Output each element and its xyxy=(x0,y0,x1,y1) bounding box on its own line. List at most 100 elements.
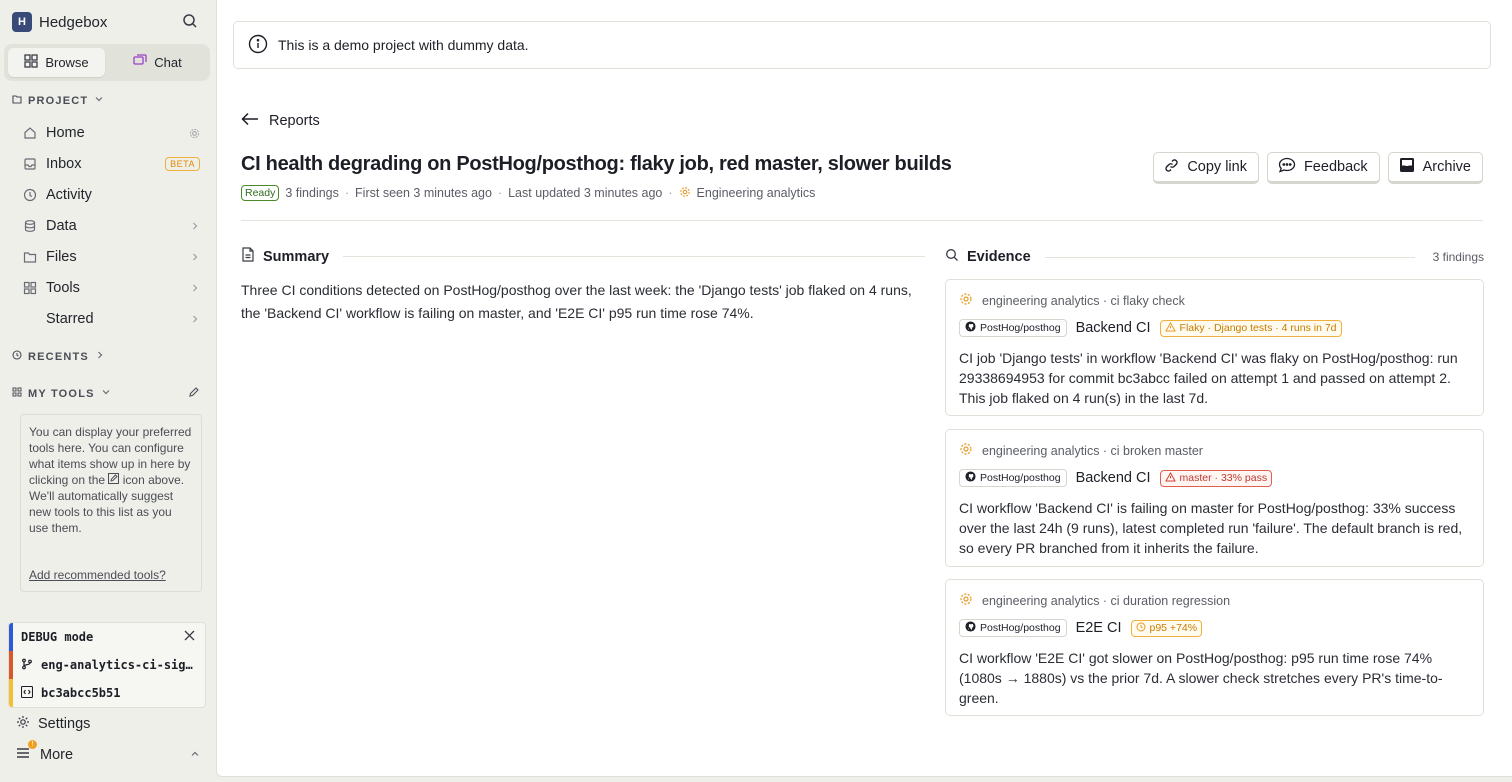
inbox-icon xyxy=(22,156,38,172)
gear-icon[interactable] xyxy=(189,128,200,139)
repo-name: PostHog/posthog xyxy=(980,472,1061,484)
last-updated: Last updated 3 minutes ago xyxy=(508,186,663,200)
arrow-left-icon xyxy=(241,112,259,130)
workflow-name: E2E CI xyxy=(1075,620,1122,636)
clock-icon xyxy=(1136,622,1146,635)
repo-badge[interactable]: PostHog/posthog xyxy=(959,469,1067,487)
chevron-right-icon xyxy=(190,221,200,231)
my-tools-empty-state: You can display your preferred tools her… xyxy=(20,414,202,592)
workflow-name: Backend CI xyxy=(1075,320,1151,336)
tab-browse[interactable]: Browse xyxy=(8,48,105,77)
project-section-header[interactable]: PROJECT xyxy=(12,94,104,107)
sidebar-item-activity[interactable]: Activity xyxy=(22,181,200,209)
tag-label: master · 33% pass xyxy=(1179,472,1268,484)
sidebar-item-tools[interactable]: Tools xyxy=(22,274,200,302)
github-icon xyxy=(965,621,976,635)
debug-mode-label: DEBUG mode xyxy=(21,630,94,644)
banner-text: This is a demo project with dummy data. xyxy=(278,37,529,53)
evidence-text: CI job 'Django tests' in workflow 'Backe… xyxy=(959,350,1458,406)
sidebar-item-inbox[interactable]: Inbox BETA xyxy=(22,150,200,178)
sidebar-item-label: Data xyxy=(46,218,77,234)
evidence-source: engineering analytics · ci flaky check xyxy=(982,293,1185,308)
chevron-down-icon xyxy=(101,387,111,400)
folder-icon xyxy=(12,94,22,107)
github-icon xyxy=(965,471,976,485)
main-panel: This is a demo project with dummy data. … xyxy=(216,0,1512,777)
copy-link-label: Copy link xyxy=(1187,159,1247,175)
sidebar-item-files[interactable]: Files xyxy=(22,243,200,271)
sidebar-item-home[interactable]: Home xyxy=(22,119,200,147)
page-title: CI health degrading on PostHog/posthog: … xyxy=(241,153,952,175)
debug-branch-row[interactable]: eng-analytics-ci-signals xyxy=(9,651,205,679)
link-icon xyxy=(1164,158,1179,177)
back-label: Reports xyxy=(269,113,320,129)
copy-link-button[interactable]: Copy link xyxy=(1153,152,1259,184)
chat-bubble-icon xyxy=(1278,157,1296,177)
project-logo: H xyxy=(12,12,32,32)
sidebar-item-label: Starred xyxy=(46,311,94,327)
gear-icon xyxy=(959,292,973,309)
summary-title: Summary xyxy=(263,248,330,265)
debug-branch-name: eng-analytics-ci-signals xyxy=(41,658,193,672)
search-icon[interactable] xyxy=(182,13,200,31)
chevron-up-icon xyxy=(190,747,200,763)
sidebar-item-starred[interactable]: Starred xyxy=(22,305,200,333)
tab-chat[interactable]: Chat xyxy=(109,48,206,77)
archive-button[interactable]: Archive xyxy=(1387,152,1483,184)
debug-commit-hash: bc3abcc5b51 xyxy=(41,686,121,700)
browse-chat-toggle: Browse Chat xyxy=(4,44,210,81)
workflow-name: Backend CI xyxy=(1075,470,1151,486)
code-icon xyxy=(20,685,34,701)
gear-icon xyxy=(679,186,691,201)
clock-icon xyxy=(22,187,38,203)
tab-chat-label: Chat xyxy=(154,55,182,70)
sidebar-item-label: Inbox xyxy=(46,156,82,172)
sidebar-item-settings[interactable]: Settings xyxy=(16,715,90,733)
repo-name: PostHog/posthog xyxy=(980,322,1061,334)
github-icon xyxy=(965,321,976,335)
project-name: Hedgebox xyxy=(39,13,108,31)
grid-icon xyxy=(12,387,22,400)
debug-commit-row[interactable]: bc3abcc5b51 xyxy=(9,679,205,707)
evidence-card: engineering analytics · ci duration regr… xyxy=(945,579,1484,716)
chevron-right-icon xyxy=(95,350,105,363)
status-tag: p95 +74% xyxy=(1130,619,1203,637)
repo-name: PostHog/posthog xyxy=(980,622,1061,634)
repo-badge[interactable]: PostHog/posthog xyxy=(959,319,1067,337)
sidebar-item-label: Files xyxy=(46,249,77,265)
folder-icon xyxy=(22,249,38,265)
git-branch-icon xyxy=(21,658,33,673)
tab-browse-label: Browse xyxy=(45,55,89,70)
sidebar-item-more[interactable]: ! More xyxy=(16,740,200,764)
repo-badge[interactable]: PostHog/posthog xyxy=(959,619,1067,637)
recents-section-header[interactable]: RECENTS xyxy=(12,350,105,363)
evidence-title: Evidence xyxy=(967,249,1031,265)
recents-header-label: RECENTS xyxy=(28,350,89,363)
settings-label: Settings xyxy=(38,716,91,732)
sidebar-item-data[interactable]: Data xyxy=(22,212,200,240)
edit-icon[interactable] xyxy=(188,386,200,401)
report-actions: Copy link Feedback Archive xyxy=(1153,152,1483,184)
warning-icon xyxy=(1164,471,1176,485)
evidence-source: engineering analytics · ci duration regr… xyxy=(982,593,1231,608)
my-tools-header-label: MY TOOLS xyxy=(28,387,95,400)
report-meta: Ready 3 findings · First seen 3 minutes … xyxy=(241,185,815,201)
menu-icon: ! xyxy=(16,740,37,764)
report-source: Engineering analytics xyxy=(696,186,816,200)
feedback-button[interactable]: Feedback xyxy=(1266,152,1380,184)
my-tools-section-header[interactable]: MY TOOLS xyxy=(12,386,200,401)
gear-icon xyxy=(959,442,973,459)
back-to-reports[interactable]: Reports xyxy=(241,112,320,130)
evidence-card: engineering analytics · ci broken master… xyxy=(945,429,1484,567)
evidence-header: Evidence 3 findings xyxy=(945,248,1484,266)
sidebar: H Hedgebox Browse Chat PROJECT Home Inbo… xyxy=(0,0,215,782)
edit-icon xyxy=(108,473,120,487)
summary-text: Three CI conditions detected on PostHog/… xyxy=(241,282,912,321)
debug-panel: DEBUG mode eng-analytics-ci-signals bc3a… xyxy=(8,622,206,708)
add-recommended-tools-link[interactable]: Add recommended tools? xyxy=(29,567,166,583)
close-icon[interactable] xyxy=(184,630,195,644)
chevron-right-icon xyxy=(190,314,200,324)
project-switcher[interactable]: H Hedgebox xyxy=(12,12,107,32)
gear-icon xyxy=(16,715,30,733)
summary-header: Summary xyxy=(241,247,925,266)
